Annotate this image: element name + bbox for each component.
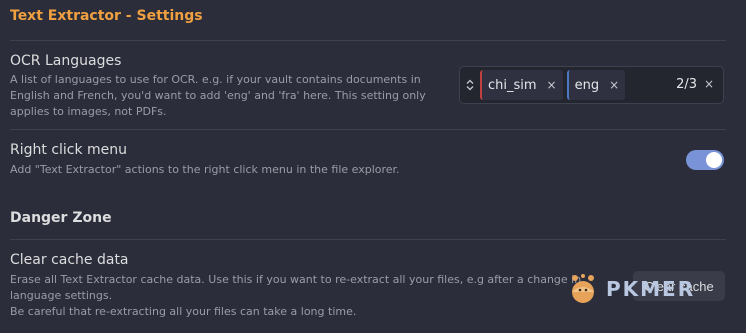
remove-chip-icon[interactable]: × — [609, 78, 619, 92]
watermark-text: PKMER — [606, 277, 696, 301]
desc-line: English and French, you'd want to add 'e… — [10, 89, 426, 102]
right-click-menu-toggle[interactable] — [686, 150, 724, 170]
danger-zone-heading: Danger Zone — [10, 210, 112, 226]
divider — [10, 129, 726, 130]
settings-page: Text Extractor - Settings OCR Languages … — [0, 0, 746, 333]
ocr-languages-label: OCR Languages — [10, 53, 122, 69]
divider — [10, 239, 726, 240]
desc-line: Erase all Text Extractor cache data. Use… — [10, 273, 582, 286]
clear-all-icon[interactable]: × — [704, 77, 714, 91]
ocr-languages-multiselect[interactable]: chi_sim × eng × 2/3 × — [459, 66, 724, 104]
language-chip-chi-sim: chi_sim × — [480, 70, 563, 100]
desc-line: Be careful that re-extracting all your f… — [10, 305, 357, 318]
page-title: Text Extractor - Settings — [10, 8, 203, 24]
sort-up-down-icon[interactable] — [460, 67, 480, 103]
desc-line: language settings. — [10, 289, 113, 302]
chip-label: eng — [574, 77, 600, 93]
selection-count: 2/3 — [676, 77, 697, 92]
clear-cache-label: Clear cache data — [10, 252, 129, 268]
pkmer-watermark: PKMER — [566, 272, 695, 306]
pkmer-logo-icon — [572, 274, 594, 303]
remove-chip-icon[interactable]: × — [547, 78, 557, 92]
right-click-menu-label: Right click menu — [10, 142, 128, 158]
clear-cache-description: Erase all Text Extractor cache data. Use… — [10, 272, 600, 320]
divider — [10, 40, 726, 41]
chip-label: chi_sim — [488, 77, 537, 93]
desc-line: A list of languages to use for OCR. e.g.… — [10, 73, 421, 86]
ocr-languages-description: A list of languages to use for OCR. e.g.… — [10, 72, 440, 120]
desc-line: applies to images, not PDFs. — [10, 105, 167, 118]
toggle-knob — [706, 152, 722, 168]
right-click-menu-description: Add "Text Extractor" actions to the righ… — [10, 163, 400, 176]
language-chip-eng: eng × — [566, 70, 626, 100]
